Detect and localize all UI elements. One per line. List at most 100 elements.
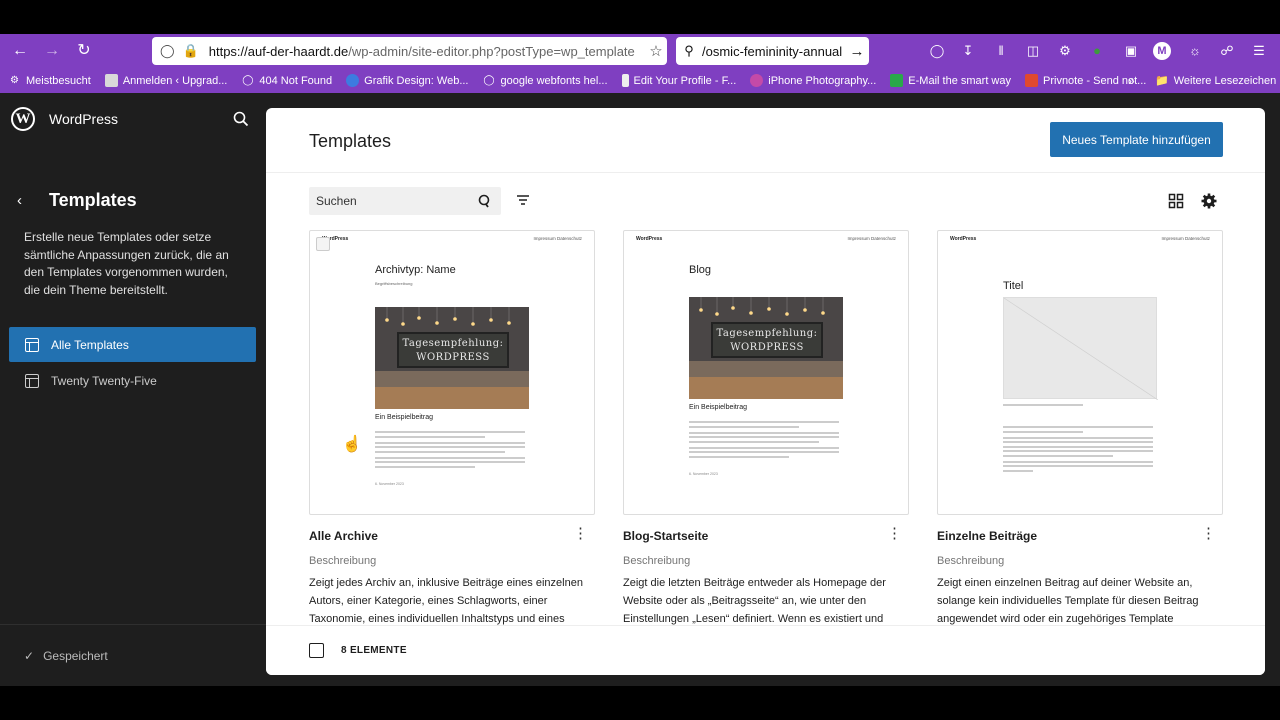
layout-icon — [25, 373, 39, 388]
preview-heading: Blog — [689, 264, 712, 276]
sidebar: W WordPress ‹ Templates Erstelle neue Te… — [0, 93, 266, 686]
bookmark-item[interactable]: Grafik Design: Web... — [346, 74, 469, 87]
search-icon[interactable] — [232, 110, 250, 128]
bookmark-item[interactable]: E-Mail the smart way — [890, 74, 1011, 87]
lamps-icon — [385, 307, 511, 326]
download-icon[interactable]: ↧ — [959, 42, 977, 60]
save-status: ✓ Gespeichert — [24, 649, 108, 663]
select-all-checkbox[interactable] — [309, 643, 324, 658]
bookmark-label: 404 Not Found — [259, 74, 333, 87]
card-description: Zeigt jedes Archiv an, inklusive Beiträg… — [309, 577, 583, 625]
go-arrow-icon[interactable]: → — [845, 43, 869, 60]
reload-icon[interactable]: ↻ — [74, 41, 94, 61]
preview-date: 6. November 2023 — [375, 482, 404, 486]
card-description-label: Beschreibung — [937, 555, 1005, 567]
bottom-bar — [0, 686, 1280, 720]
sidebar-item-twenty-twenty-five[interactable]: Twenty Twenty-Five — [9, 363, 256, 398]
library-icon[interactable]: ‖ — [992, 42, 1010, 60]
card-description: Zeigt die letzten Beiträge entweder als … — [623, 577, 886, 625]
bookmark-item[interactable]: ◯ google webfonts hel... — [483, 74, 608, 87]
bookmark-label: google webfonts hel... — [500, 74, 608, 87]
extension-globe-icon[interactable]: ☼ — [1186, 42, 1204, 60]
more-options-icon[interactable]: ⋮ — [573, 526, 588, 541]
divider — [266, 172, 1265, 173]
preview-text-lines — [1003, 426, 1157, 474]
back-arrow-icon[interactable]: ← — [10, 41, 30, 61]
gear-icon: ⚙ — [10, 75, 19, 86]
chevron-double-right-icon[interactable]: » — [1128, 68, 1135, 93]
save-status-label: Gespeichert — [43, 649, 108, 663]
site-icon — [750, 74, 764, 87]
extension-leaf-icon[interactable]: ● — [1088, 42, 1106, 60]
search-input[interactable]: Suchen — [309, 187, 501, 215]
site-icon — [621, 74, 629, 87]
browser-nav-bar: ← → ↻ ◯ 🔒 https://auf-der-haardt.de/wp-ad… — [0, 34, 1280, 68]
bookmark-label: Meistbesucht — [26, 74, 91, 87]
card-description-label: Beschreibung — [309, 555, 377, 567]
sidebar-toggle-icon[interactable]: ◫ — [1024, 42, 1042, 60]
preview-brand: WordPress — [950, 236, 977, 242]
bookmark-item[interactable]: ◯ 404 Not Found — [241, 74, 332, 87]
grid-view-icon[interactable] — [1168, 193, 1184, 209]
search-bar[interactable]: ⚲ osmic-femininity-annual/ → — [676, 37, 869, 65]
wordpress-logo-icon[interactable]: W — [11, 107, 35, 131]
bookmark-item[interactable]: iPhone Photography... — [750, 74, 876, 87]
search-placeholder: Suchen — [316, 194, 357, 208]
preview-brand: WordPress — [636, 236, 663, 242]
bookmark-folder[interactable]: 📁 Weitere Lesezeichen — [1155, 68, 1276, 93]
search-icon — [478, 194, 490, 208]
layout-icon — [25, 337, 39, 352]
bookmark-folder-label: Weitere Lesezeichen — [1173, 74, 1277, 87]
site-icon — [104, 74, 118, 87]
preview-date: 6. November 2023 — [689, 472, 718, 476]
preview-post-title: Ein Beispielbeitrag — [375, 414, 433, 421]
forward-arrow-icon[interactable]: → — [42, 41, 62, 61]
site-icon — [1025, 74, 1038, 87]
template-preview[interactable]: WordPress Impressum Datenschutz Blog Tag… — [623, 230, 909, 515]
table — [375, 387, 529, 409]
checkmark-icon: ✓ — [24, 649, 35, 663]
sidebar-item-all-templates[interactable]: Alle Templates — [9, 327, 256, 362]
template-preview[interactable]: WordPress Impressum Datenschutz Titel — [937, 230, 1223, 515]
select-checkbox[interactable] — [316, 237, 330, 251]
more-options-icon[interactable]: ⋮ — [1201, 526, 1216, 541]
card-title[interactable]: Einzelne Beiträge — [937, 529, 1037, 543]
url-bar[interactable]: ◯ 🔒 https://auf-der-haardt.de/wp-admin/si… — [152, 37, 667, 65]
shield-icon: ◯ — [160, 43, 175, 58]
bookmark-star-icon[interactable]: ☆ — [645, 42, 667, 60]
preview-heading: Titel — [1003, 280, 1024, 292]
bookmark-item[interactable]: Anmelden ‹ Upgrad... — [104, 74, 228, 87]
more-options-icon[interactable]: ⋮ — [887, 526, 902, 541]
preview-text-lines — [375, 431, 529, 470]
item-count: 8 ELEMENTE — [341, 645, 407, 656]
account-icon[interactable]: M — [1153, 42, 1171, 60]
bookmark-label: Anmelden ‹ Upgrad... — [122, 74, 228, 87]
menu-icon[interactable]: ☰ — [1250, 42, 1268, 60]
url-host: https://auf-der-haardt.de — [208, 43, 349, 59]
pocket-icon[interactable]: ◯ — [928, 42, 946, 60]
preview-image: Tagesempfehlung: WORDPRESS — [689, 297, 843, 399]
search-icon: ⚲ — [684, 43, 694, 58]
filter-icon[interactable] — [516, 193, 530, 207]
site-brand: WordPress — [49, 111, 118, 127]
card-title[interactable]: Alle Archive — [309, 529, 378, 543]
bookmark-item[interactable]: ⚙ Meistbesucht — [8, 74, 91, 87]
url-path: /wp-admin/site-editor.php?postType=wp_te… — [348, 43, 635, 59]
preview-text-lines — [689, 421, 843, 460]
site-editor: W WordPress ‹ Templates Erstelle neue Te… — [0, 93, 1280, 686]
bookmark-item[interactable]: Edit Your Profile - F... — [621, 74, 736, 87]
extensions-puzzle-icon[interactable]: ☍ — [1218, 42, 1236, 60]
extension-badge-icon[interactable]: ▣ — [1122, 42, 1140, 60]
card-description: Zeigt einen einzelnen Beitrag auf deiner… — [937, 577, 1199, 625]
bookmark-label: Grafik Design: Web... — [364, 74, 469, 87]
card-title[interactable]: Blog-Startseite — [623, 529, 708, 543]
back-chevron-icon[interactable]: ‹ — [17, 192, 22, 209]
folder-icon: 📁 — [1155, 75, 1169, 87]
preview-caption — [1003, 404, 1083, 408]
image-placeholder — [1003, 297, 1158, 400]
template-preview[interactable]: WordPress Impressum Datenschutz Archivty… — [309, 230, 595, 515]
add-template-button[interactable]: Neues Template hinzufügen — [1050, 122, 1223, 157]
extension-gear-icon[interactable]: ⚙ — [1056, 42, 1074, 60]
browser-top-bar — [0, 0, 1280, 34]
gear-icon[interactable] — [1200, 192, 1218, 210]
